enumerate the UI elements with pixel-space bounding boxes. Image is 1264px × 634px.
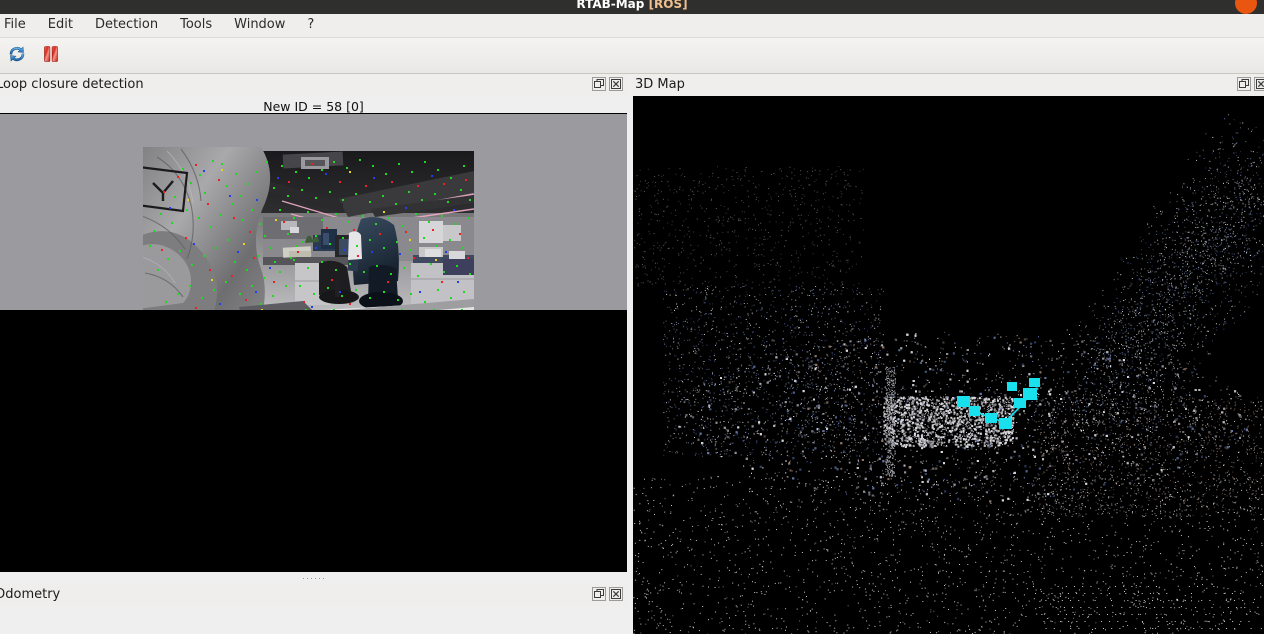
map-3d-panel-title: 3D Map: [635, 77, 685, 92]
menu-edit[interactable]: Edit: [37, 15, 84, 36]
splitter-grip-dot: [307, 577, 308, 579]
loop-closure-panel: Loop closure detection New ID = 58 [0]: [0, 74, 627, 372]
menubar: File Edit Detection Tools Window ?: [0, 14, 1264, 38]
map-3d-panel: 3D Map: [633, 74, 1264, 634]
splitter-grip-dot: [319, 577, 320, 579]
left-dock-column: Loop closure detection New ID = 58 [0] O…: [0, 74, 627, 634]
close-panel-icon[interactable]: [609, 587, 623, 601]
reset-odometry-button[interactable]: [0, 41, 34, 71]
map-3d-panel-buttons: [1237, 77, 1264, 91]
splitter-grip-dot: [323, 577, 324, 579]
new-id-label: New ID = 58 [0]: [263, 99, 364, 114]
loop-closure-secondary-view[interactable]: [0, 310, 627, 572]
odometry-panel: Odometry: [0, 584, 627, 634]
menu-tools[interactable]: Tools: [169, 15, 223, 36]
window-title: RTAB-Map [ROS]: [576, 0, 688, 11]
pause-button[interactable]: [34, 41, 68, 71]
loop-closure-panel-title: Loop closure detection: [0, 77, 144, 92]
toolbar: [0, 38, 1264, 74]
map-3d-point-cloud-view[interactable]: [633, 96, 1264, 634]
float-window-icon[interactable]: [1237, 77, 1251, 91]
float-window-icon[interactable]: [592, 587, 606, 601]
refresh-icon: [6, 43, 28, 69]
close-panel-icon[interactable]: [1254, 77, 1264, 91]
horizontal-splitter[interactable]: [0, 572, 627, 584]
float-window-icon[interactable]: [592, 77, 606, 91]
odometry-view[interactable]: [0, 606, 627, 634]
right-dock-column: 3D Map: [633, 74, 1264, 634]
map-3d-panel-titlebar: 3D Map: [633, 74, 1264, 96]
new-id-bar: New ID = 58 [0]: [0, 96, 627, 114]
odometry-panel-titlebar: Odometry: [0, 584, 627, 606]
splitter-grip-dot: [315, 577, 316, 579]
window-titlebar: RTAB-Map [ROS]: [0, 0, 1264, 14]
menu-window[interactable]: Window: [223, 15, 296, 36]
loop-closure-panel-buttons: [592, 77, 623, 91]
menu-detection[interactable]: Detection: [84, 15, 169, 36]
loop-closure-panel-titlebar: Loop closure detection: [0, 74, 627, 96]
splitter-grip-dot: [311, 577, 312, 579]
menu-file[interactable]: File: [0, 15, 37, 36]
workspace: Loop closure detection New ID = 58 [0] O…: [0, 74, 1264, 634]
pause-icon: [40, 43, 62, 69]
menu-help[interactable]: ?: [296, 15, 325, 36]
close-panel-icon[interactable]: [609, 77, 623, 91]
splitter-grip-dot: [303, 577, 304, 579]
odometry-panel-buttons: [592, 587, 623, 601]
odometry-panel-title: Odometry: [0, 587, 61, 602]
